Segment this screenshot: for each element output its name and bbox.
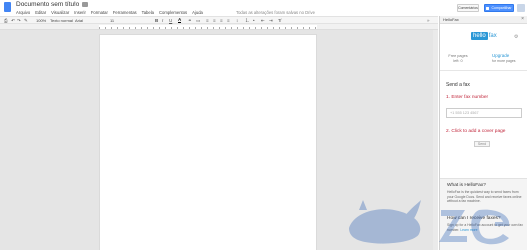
hellofax-logo: hello fax: [471, 32, 497, 40]
zoom-select[interactable]: 100%: [36, 18, 46, 23]
italic-button[interactable]: I: [162, 18, 163, 23]
align-center-icon[interactable]: ≡: [213, 18, 216, 23]
divider: [440, 70, 527, 71]
gear-icon[interactable]: ⚙: [514, 34, 518, 40]
more-tools-button[interactable]: »: [427, 18, 430, 23]
ruler-ticks[interactable]: [99, 25, 317, 29]
save-status: Todas as alterações foram salvas no Driv…: [236, 10, 315, 15]
close-icon[interactable]: ×: [521, 16, 524, 22]
line-spacing-icon[interactable]: ↕: [236, 18, 238, 23]
plan-line-2: left: 0: [453, 59, 463, 63]
font-select[interactable]: Arial: [75, 18, 83, 23]
lock-icon: [486, 6, 490, 10]
whale-watermark-icon: [349, 200, 510, 245]
style-select[interactable]: Texto normal: [50, 18, 73, 23]
paint-format-icon[interactable]: ✎: [24, 18, 28, 23]
send-fax-heading: Send a fax: [446, 82, 470, 88]
underline-button[interactable]: U: [169, 18, 172, 23]
align-left-icon[interactable]: ≡: [206, 18, 209, 23]
fax-number-input[interactable]: +1 555 123 4567: [446, 108, 522, 118]
clear-formatting-icon[interactable]: T̸: [278, 18, 281, 23]
font-size-select[interactable]: 11: [110, 18, 114, 23]
menu-view[interactable]: Visualizar: [51, 10, 69, 15]
what-is-heading: What is HelloFax?: [447, 183, 486, 188]
text-color-button[interactable]: A: [178, 17, 182, 23]
share-label: Compartilhar: [491, 6, 512, 10]
decrease-indent-icon[interactable]: ⇤: [261, 18, 265, 23]
star-icon[interactable]: ☆: [73, 1, 78, 8]
menu-table[interactable]: Tabela: [142, 10, 154, 15]
menu-format[interactable]: Formatar: [91, 10, 108, 15]
document-title[interactable]: Documento sem título: [16, 1, 79, 8]
increase-indent-icon[interactable]: ⇥: [269, 18, 273, 23]
menu-addons[interactable]: Complementos: [159, 10, 187, 15]
app-header: Documento sem título ☆ Arquivo Editar Vi…: [0, 0, 527, 16]
align-justify-icon[interactable]: ≡: [227, 18, 230, 23]
send-button[interactable]: Send: [474, 141, 490, 147]
bold-button[interactable]: B: [155, 18, 158, 23]
comments-button[interactable]: Comentários: [457, 4, 479, 12]
docs-logo-icon[interactable]: [4, 2, 11, 12]
share-button[interactable]: Compartilhar: [484, 4, 514, 12]
print-icon[interactable]: ⎙: [4, 18, 8, 23]
document-page[interactable]: [99, 34, 317, 250]
menu-insert[interactable]: Inserir: [74, 10, 86, 15]
sidebar-header: HelloFax ×: [440, 16, 527, 24]
sidebar-title: HelloFax: [443, 17, 459, 22]
logo-text: fax: [488, 33, 497, 39]
menu-tools[interactable]: Ferramentas: [113, 10, 137, 15]
align-right-icon[interactable]: ≡: [220, 18, 223, 23]
plan-info: Free pages left: 0: [446, 54, 470, 64]
bulleted-list-icon[interactable]: •: [253, 18, 255, 23]
redo-icon[interactable]: ↷: [17, 18, 21, 23]
menu-bar: Arquivo Editar Visualizar Inserir Format…: [16, 10, 203, 15]
formatting-toolbar: ⎙ ↶ ↷ ✎ 100% Texto normal Arial 11 B I U…: [0, 16, 438, 24]
link-icon[interactable]: ⚭: [188, 18, 192, 23]
upgrade-link[interactable]: Upgrade: [492, 53, 509, 58]
menu-help[interactable]: Ajuda: [192, 10, 203, 15]
comment-icon[interactable]: ▭: [196, 18, 200, 23]
avatar[interactable]: [517, 4, 525, 12]
menu-file[interactable]: Arquivo: [16, 10, 30, 15]
undo-icon[interactable]: ↶: [11, 18, 15, 23]
add-cover-page-link[interactable]: 2. Click to add a cover page: [446, 129, 505, 134]
numbered-list-icon[interactable]: ⒈: [245, 18, 250, 23]
menu-edit[interactable]: Editar: [35, 10, 46, 15]
upgrade-subtext: for more pages: [492, 59, 516, 63]
logo-box: hello: [471, 32, 488, 40]
folder-icon[interactable]: [82, 2, 88, 7]
step-1-label: 1. Enter fax number: [446, 95, 489, 100]
